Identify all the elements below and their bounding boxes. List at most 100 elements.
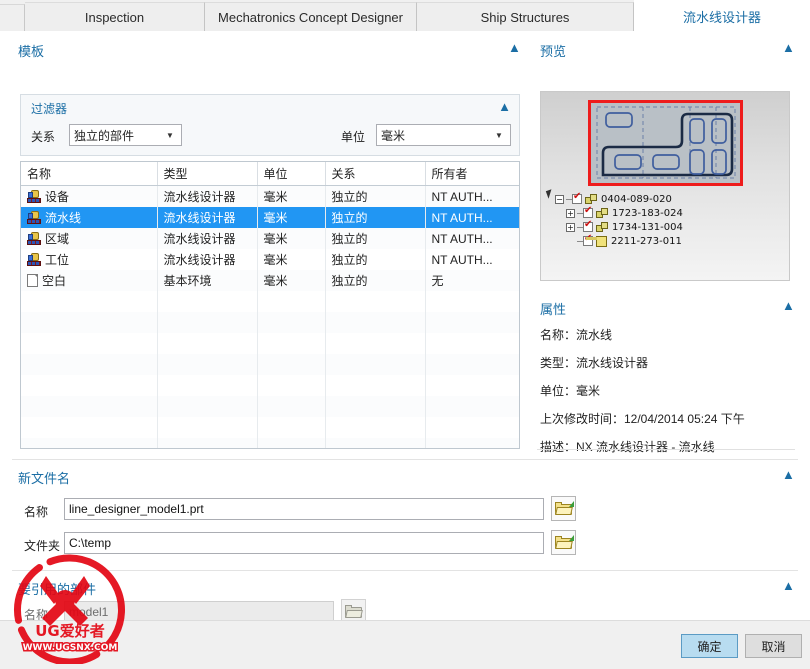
- line-designer-icon: [27, 232, 41, 245]
- units-value: 毫米: [381, 128, 406, 143]
- open-folder-icon: [554, 534, 574, 550]
- cell-units: 毫米: [257, 185, 326, 207]
- table-row[interactable]: 空白 基本环境 毫米 独立的无: [21, 270, 519, 291]
- cell-owner: NT AUTH...: [425, 185, 519, 207]
- cell-units: 毫米: [257, 228, 326, 249]
- section-header-preview[interactable]: 预览: [540, 41, 566, 60]
- cell-units: 毫米: [257, 207, 326, 228]
- cell-name: 设备: [21, 185, 158, 207]
- cancel-button[interactable]: 取消: [745, 634, 802, 658]
- cell-units: 毫米: [257, 249, 326, 270]
- collapse-icon[interactable]: −: [555, 194, 564, 204]
- table-row-empty[interactable]: [21, 438, 519, 448]
- divider: [12, 459, 798, 460]
- section-title: 属性: [540, 302, 567, 317]
- cell-relation: 独立的: [325, 185, 426, 207]
- ok-button[interactable]: 确定: [681, 634, 738, 658]
- cell-type: 流水线设计器: [157, 228, 258, 249]
- section-title: 过滤器: [31, 102, 68, 116]
- cancel-button-label: 取消: [761, 639, 786, 654]
- section-title: 模板: [18, 44, 45, 59]
- properties-list: 名称：流水线 类型：流水线设计器 单位：毫米 上次修改时间：12/04/2014 05…: [540, 326, 795, 466]
- column-header-name[interactable]: 名称: [21, 162, 158, 186]
- checkbox-checked-icon[interactable]: [572, 192, 582, 204]
- new-file-folder-input[interactable]: C:\temp: [64, 532, 544, 554]
- table-row[interactable]: 工位 流水线设计器 毫米 独立的 NT AUTH...: [21, 249, 519, 270]
- section-header-reference-part[interactable]: 要引用的部件: [18, 579, 96, 598]
- assembly-tree[interactable]: − 0404-089-020+1723-183-024+1734-131-0042…: [555, 192, 683, 248]
- table-row-empty[interactable]: [21, 312, 519, 333]
- chevron-up-icon[interactable]: ▲: [782, 41, 795, 54]
- chevron-up-icon[interactable]: ▲: [508, 41, 521, 54]
- cell-type: 流水线设计器: [157, 249, 258, 270]
- line-designer-icon: [27, 253, 41, 266]
- table-row-empty[interactable]: [21, 396, 519, 417]
- table-row-empty[interactable]: [21, 375, 519, 396]
- ok-button-label: 确定: [697, 639, 722, 654]
- chevron-up-icon[interactable]: ▲: [498, 100, 511, 113]
- table-row[interactable]: 区域 流水线设计器 毫米 独立的 NT AUTH...: [21, 228, 519, 249]
- row-name-text: 空白: [42, 274, 67, 288]
- new-file-name-input[interactable]: line_designer_model1.prt: [64, 498, 544, 520]
- column-header-owner[interactable]: 所有者: [425, 162, 519, 186]
- part-icon: [596, 235, 607, 247]
- chevron-up-icon[interactable]: ▲: [782, 468, 795, 481]
- assembly-icon: [596, 207, 608, 219]
- cell-type: 流水线设计器: [157, 207, 258, 228]
- expand-icon[interactable]: +: [566, 208, 575, 218]
- chevron-up-icon[interactable]: ▲: [782, 579, 795, 592]
- expand-icon[interactable]: +: [566, 222, 575, 232]
- cell-name: 流水线: [21, 207, 158, 228]
- checkbox-checked-icon[interactable]: [583, 220, 593, 232]
- checkbox-checked-icon[interactable]: [583, 206, 593, 218]
- tree-node[interactable]: +1723-183-024: [555, 206, 683, 220]
- table-row-empty[interactable]: [21, 333, 519, 354]
- column-header-type[interactable]: 类型: [157, 162, 258, 186]
- row-name-text: 工位: [45, 253, 70, 267]
- tab-mechatronics-concept-designer[interactable]: Mechatronics Concept Designer: [205, 2, 417, 31]
- row-name-text: 设备: [45, 190, 70, 204]
- units-label: 单位: [341, 130, 366, 144]
- section-header-filter[interactable]: 过滤器: [31, 100, 67, 117]
- column-header-units[interactable]: 单位: [257, 162, 326, 186]
- tab-label: Inspection: [84, 9, 145, 25]
- section-title: 要引用的部件: [18, 582, 97, 597]
- section-header-template[interactable]: 模板: [18, 41, 44, 60]
- table-row[interactable]: 流水线 流水线设计器 毫米 独立的 NT AUTH...: [21, 207, 519, 228]
- section-header-new-file-name[interactable]: 新文件名: [18, 468, 70, 487]
- table-row[interactable]: 设备 流水线设计器 毫米 独立的 NT AUTH...: [21, 185, 519, 207]
- property-row: 名称：流水线: [540, 328, 613, 342]
- tab-bar: Inspection Mechatronics Concept Designer…: [0, 0, 810, 31]
- tab-line-designer[interactable]: 流水线设计器: [634, 0, 810, 31]
- tree-node-label: 0404-089-020: [601, 193, 672, 205]
- tab-inspection[interactable]: Inspection: [25, 2, 205, 31]
- cell-type: 流水线设计器: [157, 185, 258, 207]
- table-row-empty[interactable]: [21, 291, 519, 312]
- section-title: 新文件名: [18, 471, 71, 486]
- table-row-empty[interactable]: [21, 354, 519, 375]
- template-table[interactable]: 名称 类型 单位 关系 所有者 设备 流水线设计器 毫米 独立的 NT AUTH... 流…: [20, 161, 520, 449]
- line-designer-icon: [27, 211, 41, 224]
- new-file-folder-browse-button[interactable]: [551, 530, 576, 555]
- tree-node[interactable]: +1734-131-004: [555, 220, 683, 234]
- cell-relation: 独立的: [325, 207, 426, 228]
- section-header-properties[interactable]: 属性: [540, 299, 566, 318]
- property-row: 描述：NX 流水线设计器 - 流水线: [540, 440, 715, 454]
- tree-node[interactable]: 2211-273-011: [555, 234, 683, 248]
- tab-ship-structures[interactable]: Ship Structures: [417, 2, 634, 31]
- relation-dropdown[interactable]: 独立的部件 ▼: [69, 124, 182, 146]
- caret-down-icon: ▼: [495, 130, 503, 140]
- table-row-empty[interactable]: [21, 417, 519, 438]
- cell-owner: 无: [425, 270, 519, 291]
- chevron-up-icon[interactable]: ▲: [782, 299, 795, 312]
- property-row: 上次修改时间：12/04/2014 05:24 下午: [540, 412, 745, 426]
- tree-node[interactable]: − 0404-089-020: [555, 192, 683, 206]
- dialog-body: 模板 ▲ 过滤器 ▲ 关系 独立的部件 ▼ 单位 毫米 ▼ 名称 类型 单位 关…: [0, 31, 810, 632]
- new-file-name-browse-button[interactable]: [551, 496, 576, 521]
- units-dropdown[interactable]: 毫米 ▼: [376, 124, 511, 146]
- cell-relation: 独立的: [325, 228, 426, 249]
- column-header-relation[interactable]: 关系: [325, 162, 426, 186]
- row-name-text: 流水线: [45, 211, 82, 225]
- tab-label: Mechatronics Concept Designer: [218, 9, 403, 25]
- cell-name: 区域: [21, 228, 158, 249]
